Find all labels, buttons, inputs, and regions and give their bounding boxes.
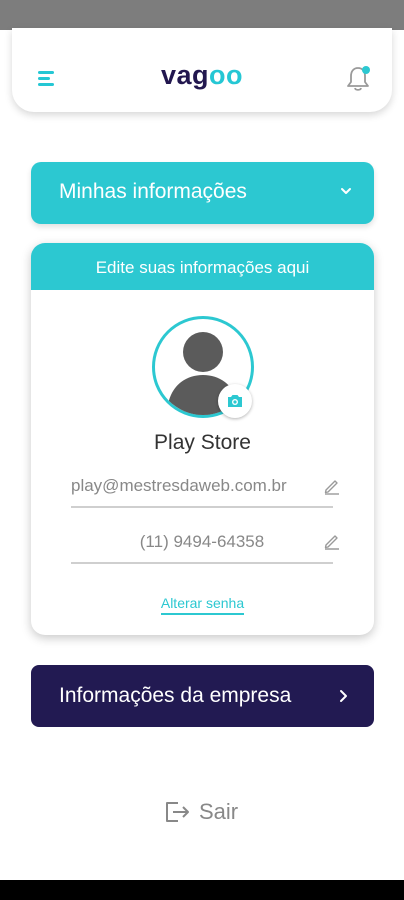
company-info-label: Informações da empresa (59, 684, 292, 707)
camera-icon (228, 395, 242, 407)
my-info-label: Minhas informações (59, 180, 247, 203)
edit-phone-pencil-icon[interactable] (323, 532, 341, 550)
app-header: vagoo (12, 28, 392, 112)
logout-icon (166, 802, 189, 822)
phone-value: (11) 9494-64358 (139, 532, 265, 551)
logo-accent: oo (209, 60, 244, 90)
logout-label: Sair (199, 799, 239, 824)
chevron-down-icon (341, 188, 351, 194)
change-password-wrap: Alterar senha (31, 595, 374, 615)
navigation-bar (0, 880, 404, 900)
chevron-right-icon (340, 690, 347, 702)
status-bar (0, 0, 404, 30)
email-field[interactable]: play@mestresdaweb.com.br (71, 472, 333, 508)
card-title: Edite suas informações aqui (31, 243, 374, 290)
logo-prefix: vag (160, 60, 210, 90)
company-info-button[interactable]: Informações da empresa (31, 665, 374, 727)
profile-card: Edite suas informações aqui Play Store p… (31, 243, 374, 635)
bell-icon[interactable] (346, 65, 372, 93)
phone-field[interactable]: (11) 9494-64358 (71, 528, 333, 564)
change-password-link[interactable]: Alterar senha (160, 595, 245, 615)
email-value: play@mestresdaweb.com.br (71, 476, 287, 495)
app-logo: vagoo (12, 58, 392, 92)
edit-email-pencil-icon[interactable] (323, 477, 341, 495)
my-info-accordion[interactable]: Minhas informações (31, 162, 374, 224)
user-name: Play Store (154, 431, 251, 454)
change-photo-button[interactable] (218, 384, 252, 418)
